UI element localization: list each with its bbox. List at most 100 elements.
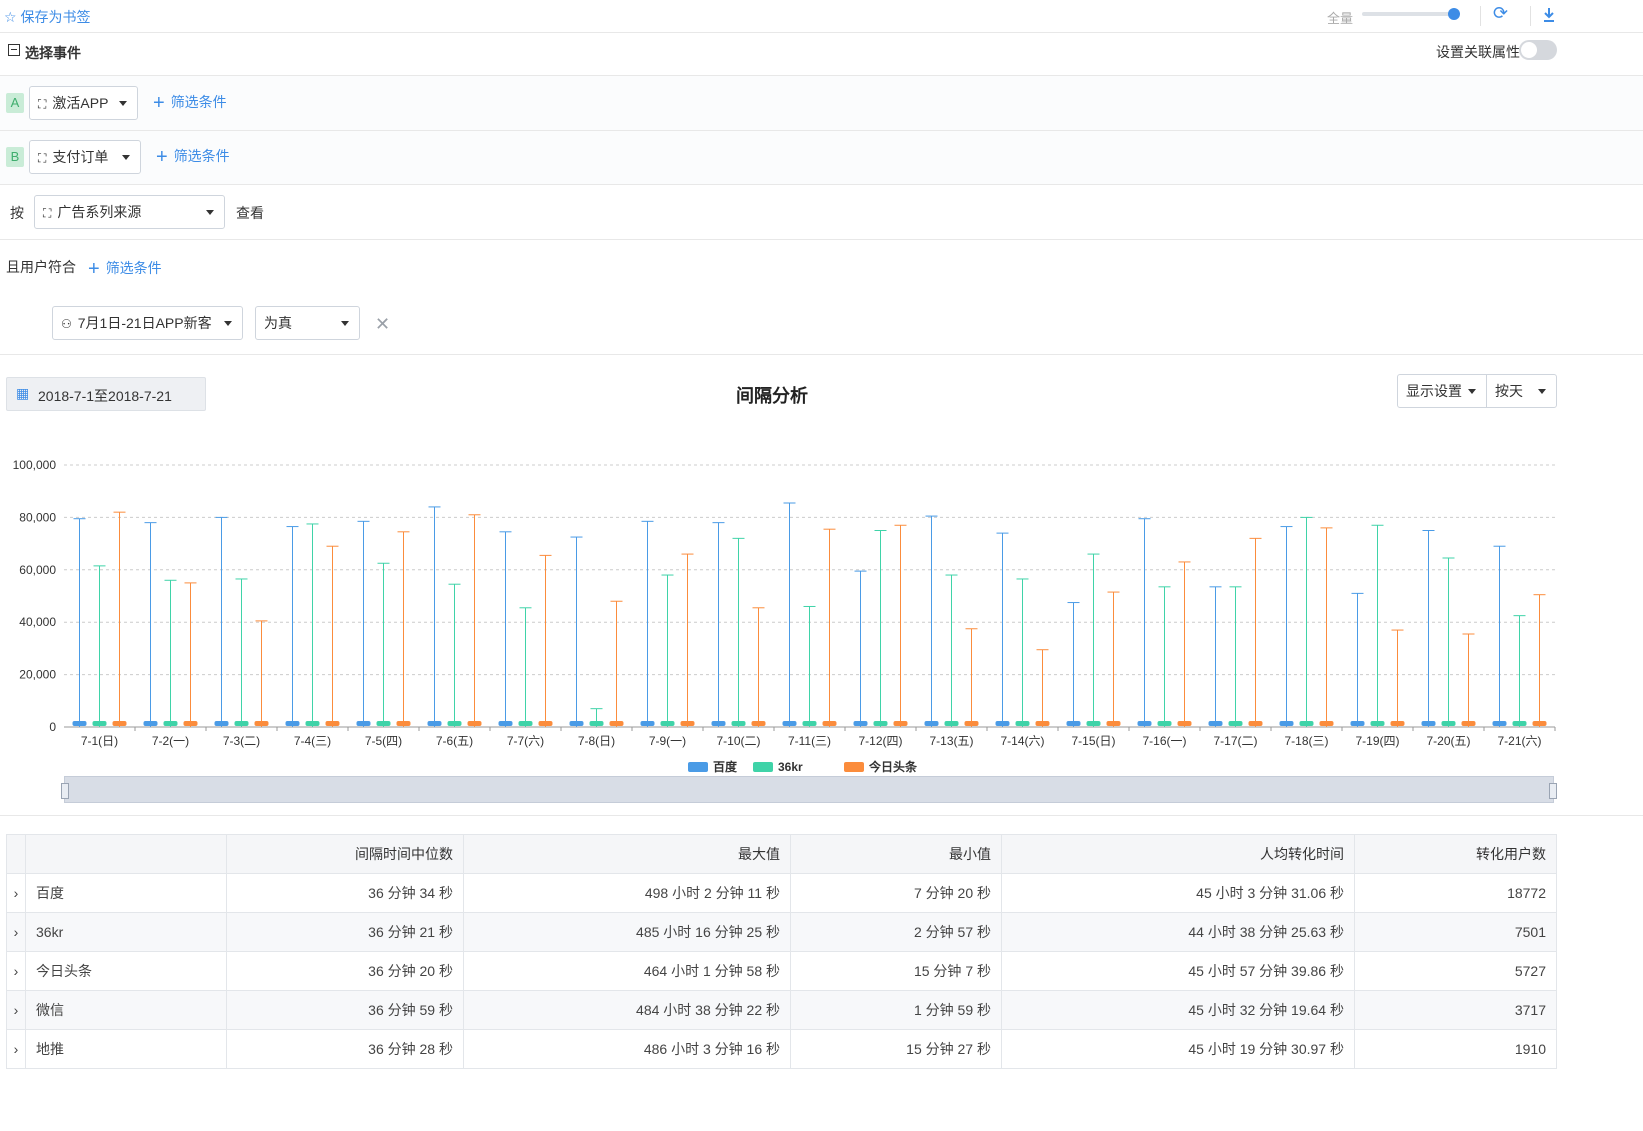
- remove-filter-icon[interactable]: ✕: [375, 314, 390, 335]
- slider-handle[interactable]: [1448, 8, 1460, 20]
- expand-row-icon[interactable]: ›: [6, 990, 26, 1030]
- legend-swatch: [753, 762, 773, 772]
- table-cell: 百度: [25, 873, 227, 913]
- x-tick-label: 7-1(日): [81, 734, 118, 748]
- y-tick-label: 0: [49, 720, 56, 734]
- y-tick-label: 20,000: [19, 668, 56, 682]
- box: [183, 721, 198, 726]
- table-row[interactable]: › 今日头条 36 分钟 20 秒 464 小时 1 分钟 58 秒 15 分钟 7 秒…: [6, 951, 1557, 991]
- groupby-prefix: 按: [10, 205, 24, 221]
- display-settings-button[interactable]: 显示设置: [1397, 374, 1487, 408]
- bookmark-link[interactable]: ☆ 保存为书签: [4, 7, 90, 27]
- table-cell: 485 小时 16 分钟 25 秒: [463, 912, 791, 952]
- box: [964, 721, 979, 726]
- refresh-icon[interactable]: ⟳: [1493, 3, 1508, 24]
- expand-row-icon[interactable]: ›: [6, 912, 26, 952]
- result-table: 间隔时间中位数 最大值 最小值 人均转化时间 转化用户数 › 百度 36 分钟 34…: [6, 834, 1557, 1069]
- relation-toggle[interactable]: [1519, 40, 1557, 60]
- download-icon[interactable]: [1542, 7, 1556, 23]
- box: [112, 721, 127, 726]
- date-range-picker[interactable]: ▦ 2018-7-1至2018-7-21: [6, 377, 206, 411]
- table-row[interactable]: › 地推 36 分钟 28 秒 486 小时 3 分钟 16 秒 15 分钟 27 秒4…: [6, 1029, 1557, 1069]
- column-header-avg-time[interactable]: 人均转化时间: [1001, 834, 1355, 874]
- event-select-a[interactable]: ⛶ 激活APP: [29, 86, 138, 120]
- box: [731, 721, 746, 726]
- x-tick-label: 7-7(六): [507, 734, 544, 748]
- table-row[interactable]: › 36kr 36 分钟 21 秒 485 小时 16 分钟 25 秒2 分钟 57 …: [6, 912, 1557, 952]
- box: [995, 721, 1010, 726]
- table-cell: 3717: [1354, 990, 1557, 1030]
- x-tick-label: 7-16(一): [1142, 734, 1186, 748]
- add-filter-label: 筛选条件: [173, 148, 230, 164]
- segment-select[interactable]: ⚇ 7月1日-21日APP新客: [52, 306, 243, 340]
- step-tag: B: [6, 147, 24, 167]
- x-tick-label: 7-6(五): [436, 734, 473, 748]
- box: [924, 721, 939, 726]
- table-cell: 2 分钟 57 秒: [790, 912, 1002, 952]
- add-filter-button[interactable]: + 筛选条件: [153, 92, 227, 115]
- box: [325, 721, 340, 726]
- data-zoom-slider[interactable]: [61, 776, 1557, 803]
- table-cell: 1 分钟 59 秒: [790, 990, 1002, 1030]
- table-cell: 7501: [1354, 912, 1557, 952]
- x-tick-label: 7-21(六): [1497, 734, 1541, 748]
- granularity-select[interactable]: 按天: [1486, 374, 1557, 408]
- column-header-users[interactable]: 转化用户数: [1354, 834, 1557, 874]
- add-user-filter-button[interactable]: + 筛选条件: [88, 258, 162, 281]
- event-select-b[interactable]: ⛶ 支付订单: [29, 140, 141, 174]
- x-tick-label: 7-18(三): [1284, 734, 1328, 748]
- add-filter-button[interactable]: + 筛选条件: [156, 146, 230, 169]
- table-cell: 44 小时 38 分钟 25.63 秒: [1001, 912, 1355, 952]
- column-header-max[interactable]: 最大值: [463, 834, 791, 874]
- divider: [1530, 6, 1531, 26]
- box: [1421, 721, 1436, 726]
- granularity-label: 按天: [1495, 383, 1523, 399]
- table-cell: 484 小时 38 分钟 22 秒: [463, 990, 791, 1030]
- table-row[interactable]: › 微信 36 分钟 59 秒 484 小时 38 分钟 22 秒1 分钟 59 秒4…: [6, 990, 1557, 1030]
- table-cell: 36 分钟 28 秒: [226, 1029, 464, 1069]
- box: [944, 721, 959, 726]
- x-tick-label: 7-3(二): [223, 734, 260, 748]
- box: [447, 721, 462, 726]
- table-cell: 45 小时 3 分钟 31.06 秒: [1001, 873, 1355, 913]
- expand-row-icon[interactable]: ›: [6, 873, 26, 913]
- zoom-handle-right[interactable]: [1549, 783, 1557, 799]
- column-header-min[interactable]: 最小值: [790, 834, 1002, 874]
- y-tick-label: 80,000: [19, 510, 56, 524]
- event-section-title: 选择事件: [25, 45, 81, 61]
- sample-slider[interactable]: [1362, 8, 1460, 20]
- table-cell: 15 分钟 7 秒: [790, 951, 1002, 991]
- box: [1157, 721, 1172, 726]
- x-tick-label: 7-13(五): [929, 734, 973, 748]
- zoom-handle-left[interactable]: [61, 783, 69, 799]
- add-filter-label: 筛选条件: [105, 260, 162, 276]
- collapse-icon[interactable]: [8, 44, 20, 56]
- x-tick-label: 7-2(一): [152, 734, 189, 748]
- table-cell: 36 分钟 34 秒: [226, 873, 464, 913]
- add-filter-label: 筛选条件: [170, 94, 227, 110]
- legend-swatch: [688, 762, 708, 772]
- x-tick-label: 7-14(六): [1000, 734, 1044, 748]
- groupby-select[interactable]: ⛶ 广告系列来源: [34, 195, 225, 229]
- column-header-median[interactable]: 间隔时间中位数: [226, 834, 464, 874]
- step-b-row: B ⛶ 支付订单 + 筛选条件: [0, 131, 1643, 185]
- relation-toggle-label: 设置关联属性: [1436, 44, 1520, 60]
- plus-icon: +: [88, 258, 100, 280]
- box: [1441, 721, 1456, 726]
- expand-row-icon[interactable]: ›: [6, 951, 26, 991]
- divider: [0, 815, 1643, 816]
- event-select-label: 支付订单: [52, 149, 109, 165]
- box: [467, 721, 482, 726]
- groupby-row: 按 ⛶ 广告系列来源 查看: [0, 185, 1643, 240]
- table-row[interactable]: › 百度 36 分钟 34 秒 498 小时 2 分钟 11 秒7 分钟 20 秒 45…: [6, 873, 1557, 913]
- table-cell: 45 小时 19 分钟 30.97 秒: [1001, 1029, 1355, 1069]
- expand-row-icon[interactable]: ›: [6, 1029, 26, 1069]
- box: [1532, 721, 1547, 726]
- calendar-icon: ▦: [16, 385, 30, 401]
- box: [376, 721, 391, 726]
- condition-select[interactable]: 为真: [255, 306, 360, 340]
- x-tick-label: 7-20(五): [1426, 734, 1470, 748]
- date-range-label: 2018-7-1至2018-7-21: [38, 388, 172, 404]
- box: [92, 721, 107, 726]
- table-cell: 464 小时 1 分钟 58 秒: [463, 951, 791, 991]
